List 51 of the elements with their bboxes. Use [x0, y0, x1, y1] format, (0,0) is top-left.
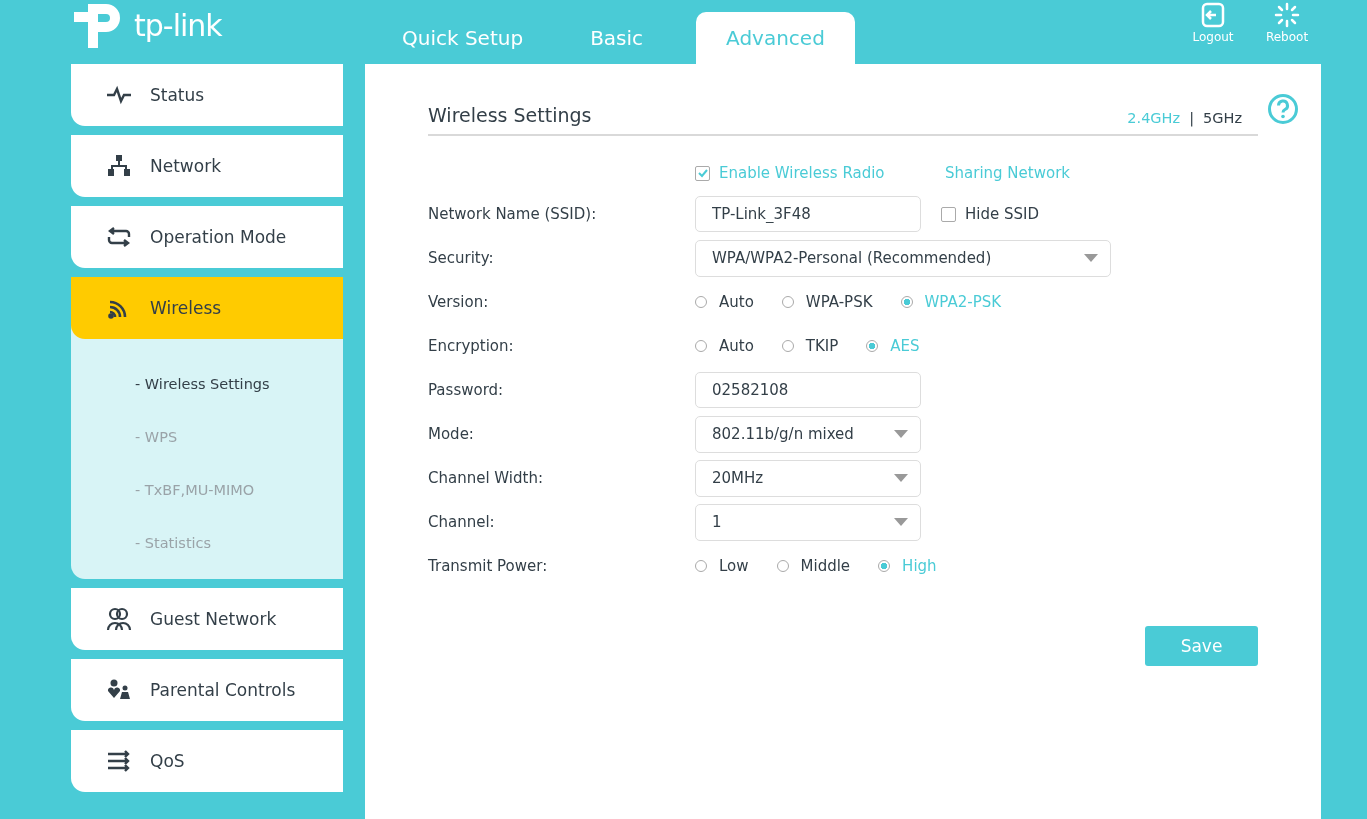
field-label: Password: [428, 381, 505, 399]
reboot-icon [1274, 2, 1300, 28]
sidebar-item[interactable]: Operation Mode [71, 206, 343, 268]
radio-label: WPA2-PSK [924, 293, 1002, 311]
separator: | [1189, 110, 1194, 126]
radio-label: High [902, 557, 937, 575]
field-label: Encryption: [428, 337, 515, 355]
field-label: Version: [428, 293, 490, 311]
checkbox[interactable] [941, 206, 956, 222]
radio-button[interactable] [900, 296, 913, 308]
field-label: Security: [428, 249, 495, 267]
radio-label: Middle [800, 557, 851, 575]
dropdown[interactable]: 1 [695, 503, 921, 541]
radio-label: AES [890, 337, 920, 355]
radio-button[interactable] [866, 340, 879, 352]
input-field[interactable]: TP-Link_3F48 [695, 196, 921, 232]
submenu-item[interactable]: - Wireless Settings [71, 357, 343, 410]
sidebar-item[interactable]: Network [71, 135, 343, 197]
people-icon [106, 607, 132, 631]
sidebar-item[interactable]: QoS [71, 730, 343, 792]
field-label: Mode: [428, 425, 475, 443]
help-icon[interactable] [1267, 93, 1299, 125]
sidebar-item[interactable]: Wireless [71, 277, 343, 339]
field-label: Channel Width: [428, 469, 544, 487]
dropdown[interactable]: 802.11b/g/n mixed [695, 415, 921, 453]
sidebar-item[interactable]: Status [71, 64, 343, 126]
field-label: Network Name (SSID): [428, 205, 598, 223]
checkbox-label: Hide SSID [965, 205, 1039, 223]
radio-label: Auto [719, 293, 754, 311]
radio-label: TKIP [805, 337, 839, 355]
section-title: Wireless Settings [428, 104, 592, 126]
input-field[interactable]: 02582108 [695, 372, 921, 408]
radio-label: Auto [719, 337, 754, 355]
sidebar-item[interactable]: Parental Controls [71, 659, 343, 721]
dropdown[interactable]: WPA/WPA2-Personal (Recommended) [695, 239, 1111, 277]
swap-arrows-icon [106, 225, 132, 249]
checkbox[interactable] [695, 165, 710, 181]
checkbox-label: Enable Wireless Radio [719, 164, 885, 182]
radio-button[interactable] [878, 560, 891, 572]
field-label: Transmit Power: [428, 557, 549, 575]
brand-name: tp-link [134, 7, 222, 43]
network-icon [106, 154, 132, 178]
sidebar-item[interactable]: Guest Network [71, 588, 343, 650]
logout-icon [1200, 2, 1226, 28]
arrows-icon [106, 749, 132, 773]
radio-label: WPA-PSK [805, 293, 873, 311]
field-label: Channel: [428, 513, 496, 531]
dropdown[interactable]: 20MHz [695, 459, 921, 497]
band-link[interactable]: 5GHz [1203, 110, 1242, 126]
radio-label: Low [719, 557, 749, 575]
family-icon [106, 678, 132, 702]
